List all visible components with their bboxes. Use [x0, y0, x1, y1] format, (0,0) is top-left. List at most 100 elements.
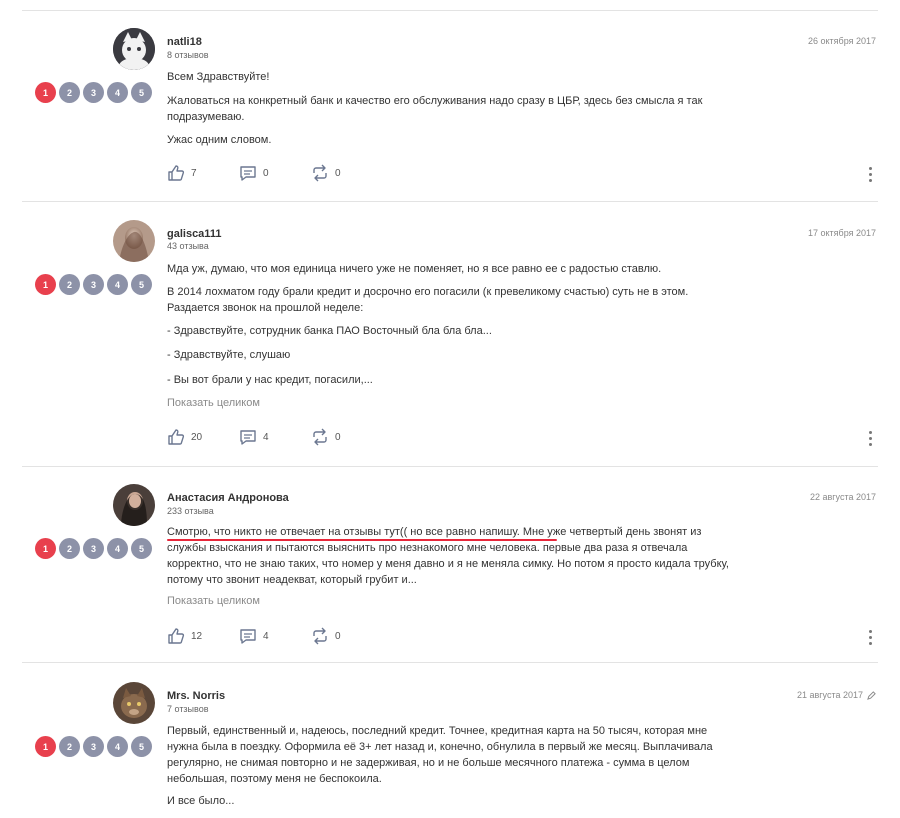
rating-scale: 1 2 3 4 5 — [35, 736, 152, 757]
user-photo-icon — [113, 220, 155, 262]
review-date: 22 августа 2017 — [810, 492, 876, 502]
repost-icon — [313, 428, 327, 446]
avatar[interactable] — [113, 28, 155, 70]
rating-1-button[interactable]: 1 — [35, 538, 56, 559]
like-count: 20 — [191, 431, 203, 443]
thumbs-up-icon — [168, 165, 185, 181]
author-reviews-count: 233 отзыва — [167, 506, 214, 516]
repost-button[interactable]: 0 — [311, 164, 383, 182]
comments-button[interactable]: 4 — [239, 428, 311, 446]
review-paragraph: Ужас одним словом. — [167, 134, 272, 146]
review-paragraph: - Здравствуйте, слушаю — [167, 349, 291, 361]
comments-button[interactable]: 0 — [239, 164, 311, 182]
like-button[interactable]: 20 — [167, 428, 239, 446]
author-name[interactable]: Mrs. Norris — [167, 690, 225, 702]
divider — [22, 466, 878, 467]
rating-2-button[interactable]: 2 — [59, 82, 80, 103]
thumbs-up-icon — [168, 628, 185, 644]
repost-icon — [313, 164, 327, 182]
avatar[interactable] — [113, 220, 155, 262]
author-reviews-count: 7 отзывов — [167, 704, 209, 714]
review-paragraph: В 2014 лохматом году брали кредит и доср… — [167, 286, 689, 314]
repost-count: 0 — [335, 431, 341, 443]
rating-2-button[interactable]: 2 — [59, 274, 80, 295]
review-paragraph: Мда уж, думаю, что моя единица ничего уж… — [167, 263, 662, 275]
rating-3-button[interactable]: 3 — [83, 538, 104, 559]
divider — [22, 201, 878, 202]
repost-icon — [313, 627, 327, 645]
rating-1-button[interactable]: 1 — [35, 274, 56, 295]
review-paragraph: Жаловаться на конкретный банк и качество… — [167, 95, 703, 123]
rating-3-button[interactable]: 3 — [83, 82, 104, 103]
show-full-link[interactable]: Показать целиком — [167, 595, 260, 607]
review-actions: 20 4 0 — [167, 428, 383, 446]
rating-4-button[interactable]: 4 — [107, 274, 128, 295]
rating-5-button[interactable]: 5 — [131, 274, 152, 295]
user-photo-icon — [113, 484, 155, 526]
avatar[interactable] — [113, 484, 155, 526]
author-name[interactable]: Анастасия Андронова — [167, 492, 289, 504]
date-text: 17 октября 2017 — [807, 228, 876, 238]
rating-4-button[interactable]: 4 — [107, 538, 128, 559]
rating-2-button[interactable]: 2 — [59, 538, 80, 559]
comment-icon — [240, 629, 256, 644]
user-photo-icon — [113, 682, 155, 724]
author-reviews-count: 8 отзывов — [167, 50, 209, 60]
date-text: 26 октября 2017 — [807, 36, 876, 46]
rating-3-button[interactable]: 3 — [83, 274, 104, 295]
date-text: 22 августа 2017 — [809, 492, 876, 502]
repost-button[interactable]: 0 — [311, 627, 383, 645]
avatar[interactable] — [113, 682, 155, 724]
rating-1-button[interactable]: 1 — [35, 736, 56, 757]
repost-count: 0 — [335, 167, 341, 179]
highlight-underline — [167, 539, 557, 541]
comment-count: 0 — [263, 167, 269, 179]
review-paragraph: Всем Здравствуйте! — [167, 71, 270, 83]
review-paragraph: И все было... — [167, 795, 235, 807]
review-actions: 7 0 0 — [167, 164, 383, 182]
review-paragraph: - Вы вот брали у нас кредит, погасили,..… — [167, 374, 373, 386]
more-options-icon[interactable] — [868, 630, 872, 645]
rating-4-button[interactable]: 4 — [107, 82, 128, 103]
rating-scale: 1 2 3 4 5 — [35, 538, 152, 559]
comments-button[interactable]: 4 — [239, 627, 311, 645]
date-text: 21 августа 2017 — [796, 690, 863, 700]
review-date: 17 октября 2017 — [808, 228, 876, 238]
cat-avatar-icon — [113, 28, 155, 70]
review-paragraph: - Здравствуйте, сотрудник банка ПАО Вост… — [167, 325, 492, 337]
like-button[interactable]: 12 — [167, 627, 239, 645]
rating-5-button[interactable]: 5 — [131, 538, 152, 559]
review-date: 21 августа 2017 — [797, 690, 876, 700]
repost-count: 0 — [335, 630, 341, 642]
rating-4-button[interactable]: 4 — [107, 736, 128, 757]
comment-count: 4 — [263, 630, 269, 642]
pencil-icon[interactable] — [867, 690, 876, 700]
rating-3-button[interactable]: 3 — [83, 736, 104, 757]
repost-button[interactable]: 0 — [311, 428, 383, 446]
comment-icon — [240, 430, 256, 445]
divider — [22, 10, 878, 11]
author-reviews-count: 43 отзыва — [167, 241, 209, 251]
comment-icon — [240, 166, 256, 181]
rating-1-button[interactable]: 1 — [35, 82, 56, 103]
review-date: 26 октября 2017 — [808, 36, 876, 46]
more-options-icon[interactable] — [868, 431, 872, 446]
like-count: 7 — [191, 167, 197, 179]
rating-5-button[interactable]: 5 — [131, 736, 152, 757]
rating-scale: 1 2 3 4 5 — [35, 82, 152, 103]
author-name[interactable]: galisca111 — [167, 228, 221, 240]
thumbs-up-icon — [168, 429, 185, 445]
more-options-icon[interactable] — [868, 167, 872, 182]
review-paragraph: Смотрю, что никто не отвечает на отзывы … — [167, 526, 729, 586]
show-full-link[interactable]: Показать целиком — [167, 397, 260, 409]
rating-5-button[interactable]: 5 — [131, 82, 152, 103]
divider — [22, 662, 878, 663]
comment-count: 4 — [263, 431, 269, 443]
like-button[interactable]: 7 — [167, 164, 239, 182]
like-count: 12 — [191, 630, 203, 642]
review-paragraph: Первый, единственный и, надеюсь, последн… — [167, 725, 713, 785]
author-name[interactable]: natli18 — [167, 36, 202, 48]
review-actions: 12 4 0 — [167, 627, 383, 645]
rating-2-button[interactable]: 2 — [59, 736, 80, 757]
rating-scale: 1 2 3 4 5 — [35, 274, 152, 295]
